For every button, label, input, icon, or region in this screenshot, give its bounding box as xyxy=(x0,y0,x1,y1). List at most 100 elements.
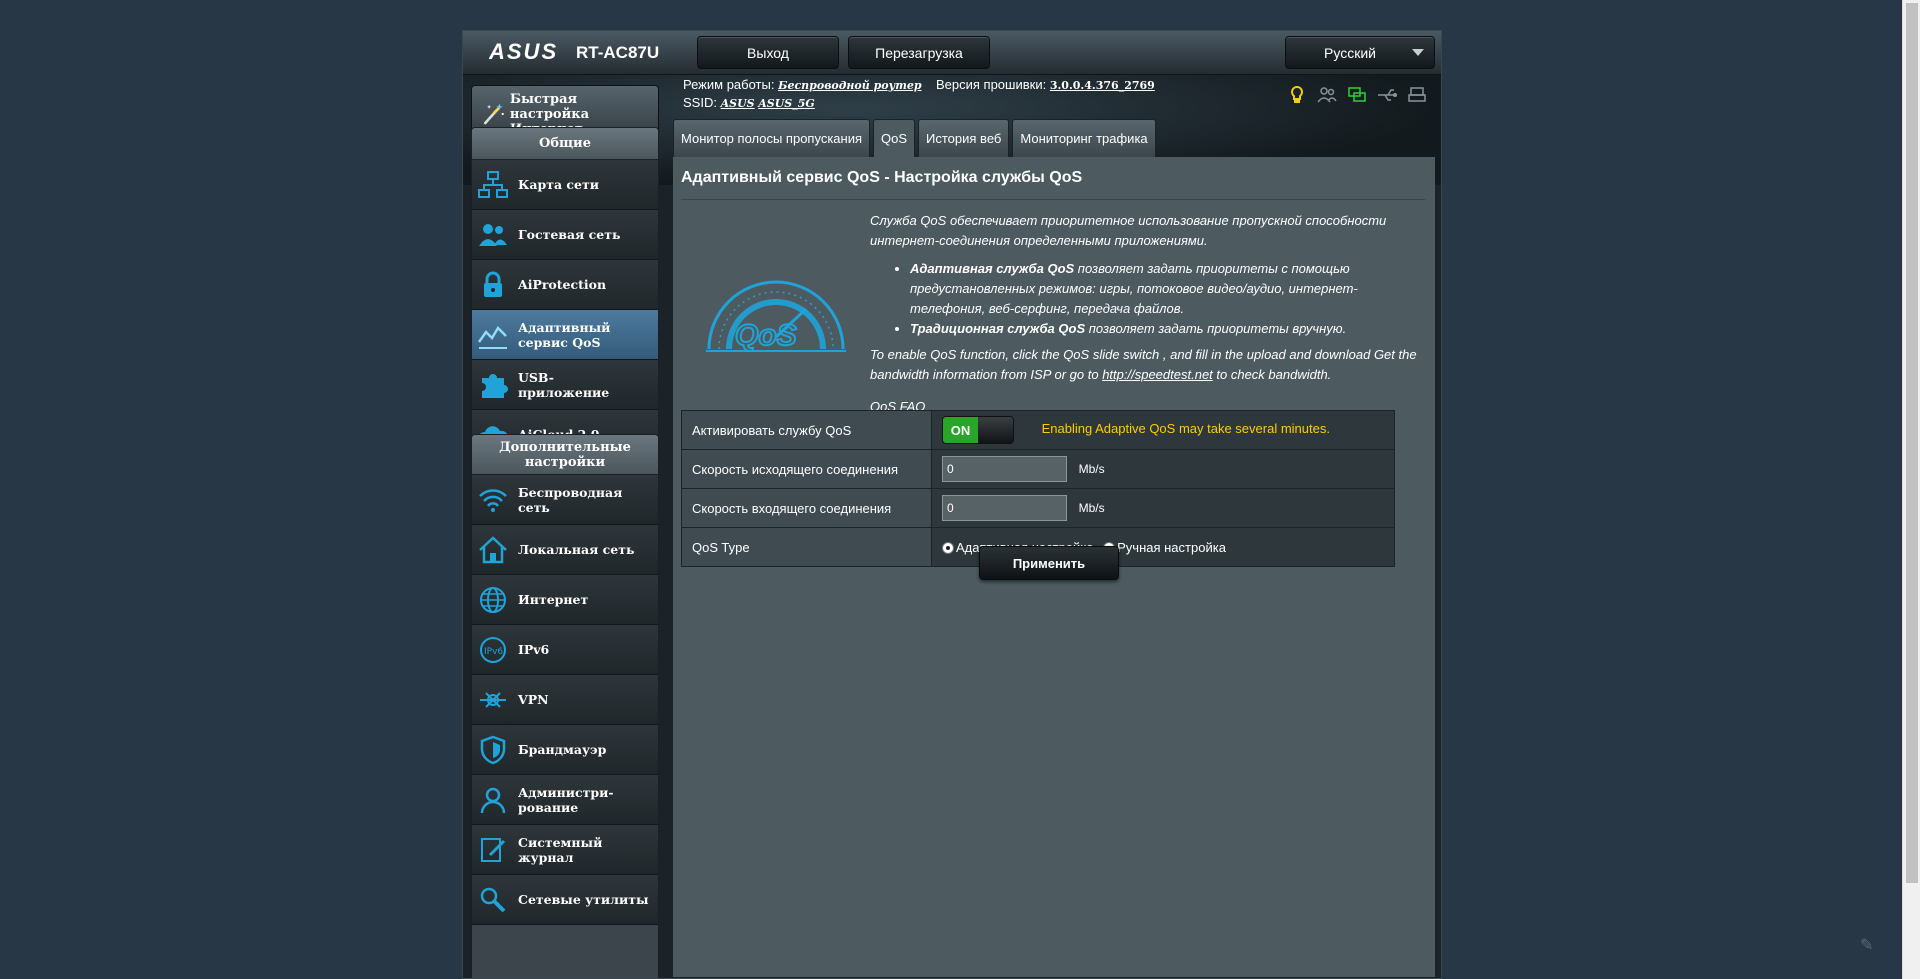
lock-icon xyxy=(484,271,502,297)
title-divider xyxy=(681,199,1425,200)
status-icons xyxy=(1286,85,1428,105)
scrollbar-thumb[interactable] xyxy=(1906,3,1918,883)
speedtest-link[interactable]: http://speedtest.net xyxy=(1102,367,1213,382)
tab-bandwidth-monitor[interactable]: Монитор полосы пропускания xyxy=(673,119,871,157)
svg-text:IPv6: IPv6 xyxy=(484,647,503,657)
sidebar-item-lan[interactable]: Локальная сеть xyxy=(472,525,658,575)
main-content: Адаптивный сервис QoS - Настройка службы… xyxy=(673,157,1435,977)
sidebar-item-wireless[interactable]: Беспроводная сеть xyxy=(472,475,658,525)
users-icon[interactable] xyxy=(1316,85,1338,105)
sidebar-item-administration[interactable]: Администри-рование xyxy=(472,775,658,825)
sidebar-item-guest-network[interactable]: Гостевая сеть xyxy=(472,210,658,260)
puzzle-icon xyxy=(482,373,508,398)
tab-traffic-monitor[interactable]: Мониторинг трафика xyxy=(1012,119,1156,157)
sidebar-item-label: VPN xyxy=(518,692,549,707)
ssid-label: SSID: xyxy=(683,95,717,110)
qos-toggle-switch[interactable]: ON xyxy=(942,416,1014,444)
sidebar-item-vpn[interactable]: VPN xyxy=(472,675,658,725)
sidebar-item-network-tools[interactable]: Сетевые утилиты xyxy=(472,875,658,925)
router-admin-window: ASUS RT-AC87U Выход Перезагрузка Русский… xyxy=(462,30,1442,979)
sidebar-item-label: Администри-рование xyxy=(518,784,614,815)
sidebar-item-firewall[interactable]: Брандмауэр xyxy=(472,725,658,775)
page-scrollbar[interactable] xyxy=(1902,0,1920,979)
upload-speed-input[interactable] xyxy=(942,456,1067,482)
table-row: Скорость входящего соединения Mb/s xyxy=(681,488,1395,528)
upload-unit: Mb/s xyxy=(1078,462,1105,476)
admin-icon xyxy=(480,787,506,813)
enable-text-end: to check bandwidth. xyxy=(1212,367,1332,382)
usb-icon[interactable] xyxy=(1376,85,1398,105)
sidebar-item-aiprotection[interactable]: AiProtection xyxy=(472,260,658,310)
network-map-icon xyxy=(478,170,508,198)
home-icon xyxy=(479,535,507,563)
mode-link[interactable]: Беспроводной роутер xyxy=(778,79,921,92)
guest-network-icon xyxy=(479,223,507,246)
language-value: Русский xyxy=(1324,44,1376,61)
qos-enable-instructions: To enable QoS function, click the QoS sl… xyxy=(870,345,1425,385)
sidebar-item-label: Сетевые утилиты xyxy=(518,892,649,907)
sidebar-item-label: Локальная сеть xyxy=(518,542,635,557)
sidebar-item-label: Карта сети xyxy=(518,177,599,192)
traditional-qos-title: Традиционная служба QoS xyxy=(910,321,1086,336)
globe-icon xyxy=(480,586,506,613)
download-speed-label: Скорость входящего соединения xyxy=(681,488,932,528)
sidebar-item-label: Гостевая сеть xyxy=(518,227,621,242)
sidebar-item-network-map[interactable]: Карта сети xyxy=(472,160,658,210)
ssid-link-1[interactable]: ASUS xyxy=(721,97,755,110)
enable-qos-cell: ON Enabling Adaptive QoS may take severa… xyxy=(931,410,1395,450)
tab-qos[interactable]: QoS xyxy=(873,119,916,157)
traditional-qos-text: позволяет задать приоритеты вручную. xyxy=(1085,321,1347,336)
sidebar-item-adaptive-qos[interactable]: Адаптивный сервис QoS xyxy=(472,310,658,360)
bulb-icon[interactable] xyxy=(1286,85,1308,105)
qos-type-adaptive-radio[interactable] xyxy=(942,541,954,554)
apply-button[interactable]: Применить xyxy=(979,546,1119,580)
qos-type-label: QoS Type xyxy=(681,527,932,567)
pencil-icon: ✎ xyxy=(1860,935,1874,954)
vpn-icon xyxy=(480,691,506,708)
qos-intro: Служба QoS обеспечивает приоритетное исп… xyxy=(870,213,1387,248)
download-unit: Mb/s xyxy=(1078,501,1105,515)
table-row: Активировать службу QoS ON Enabling Adap… xyxy=(681,410,1395,450)
router-model: RT-AC87U xyxy=(576,43,660,62)
firmware-link[interactable]: 3.0.0.4.376_2769 xyxy=(1050,79,1155,92)
sidebar-item-internet[interactable]: Интернет xyxy=(472,575,658,625)
toggle-knob xyxy=(978,417,1013,443)
sidebar-item-ipv6[interactable]: IPv6 IPv6 xyxy=(472,625,658,675)
table-row: Скорость исходящего соединения Mb/s xyxy=(681,449,1395,489)
upload-speed-label: Скорость исходящего соединения xyxy=(681,449,932,489)
tab-web-history[interactable]: История веб xyxy=(918,119,1010,157)
sidebar-item-usb-app[interactable]: USB-приложение xyxy=(472,360,658,410)
sidebar-item-label: Адаптивный сервис QoS xyxy=(518,319,611,350)
svg-text:ASUS: ASUS xyxy=(489,40,558,64)
asus-logo: ASUS xyxy=(489,40,558,64)
reboot-button[interactable]: Перезагрузка xyxy=(848,36,990,69)
qos-speedometer-logo: QoS xyxy=(706,280,846,353)
sidebar-item-label: IPv6 xyxy=(518,642,550,657)
tools-icon xyxy=(480,887,506,912)
qos-chart-icon xyxy=(477,325,507,349)
sidebar-item-system-log[interactable]: Системный журнал xyxy=(472,825,658,875)
printer-icon[interactable] xyxy=(1406,85,1428,105)
qos-modes-list: Адаптивная служба QoS позволяет задать п… xyxy=(910,259,1425,339)
ssid-link-2[interactable]: ASUS_5G xyxy=(758,97,815,110)
general-menu-header: Общие xyxy=(472,128,658,160)
page-title: Адаптивный сервис QoS - Настройка службы… xyxy=(681,169,1083,186)
list-item: Адаптивная служба QoS позволяет задать п… xyxy=(910,259,1425,319)
upload-speed-cell: Mb/s xyxy=(931,449,1395,489)
sidebar-item-label: Интернет xyxy=(518,592,589,607)
wifi-icon xyxy=(479,488,507,512)
logout-button[interactable]: Выход xyxy=(697,36,839,69)
list-item: Традиционная служба QoS позволяет задать… xyxy=(910,319,1425,339)
enable-qos-label: Активировать службу QoS xyxy=(681,410,932,450)
adaptive-qos-title: Адаптивная служба QoS xyxy=(910,261,1075,276)
language-select[interactable]: Русский xyxy=(1285,36,1435,69)
qos-type-manual-label: Ручная настройка xyxy=(1117,540,1226,556)
download-speed-input[interactable] xyxy=(942,495,1067,521)
monitor-icon[interactable] xyxy=(1346,85,1368,105)
general-menu: Общие Карта сети Гостевая сеть AiProtect… xyxy=(471,127,659,461)
advanced-menu-header: Дополнительные настройки xyxy=(472,435,658,475)
qos-description: Служба QoS обеспечивает приоритетное исп… xyxy=(870,211,1425,417)
chevron-down-icon xyxy=(1412,49,1424,56)
toggle-on-label: ON xyxy=(943,417,978,443)
status-bar: Режим работы: Беспроводной роутер Версия… xyxy=(683,77,1155,113)
